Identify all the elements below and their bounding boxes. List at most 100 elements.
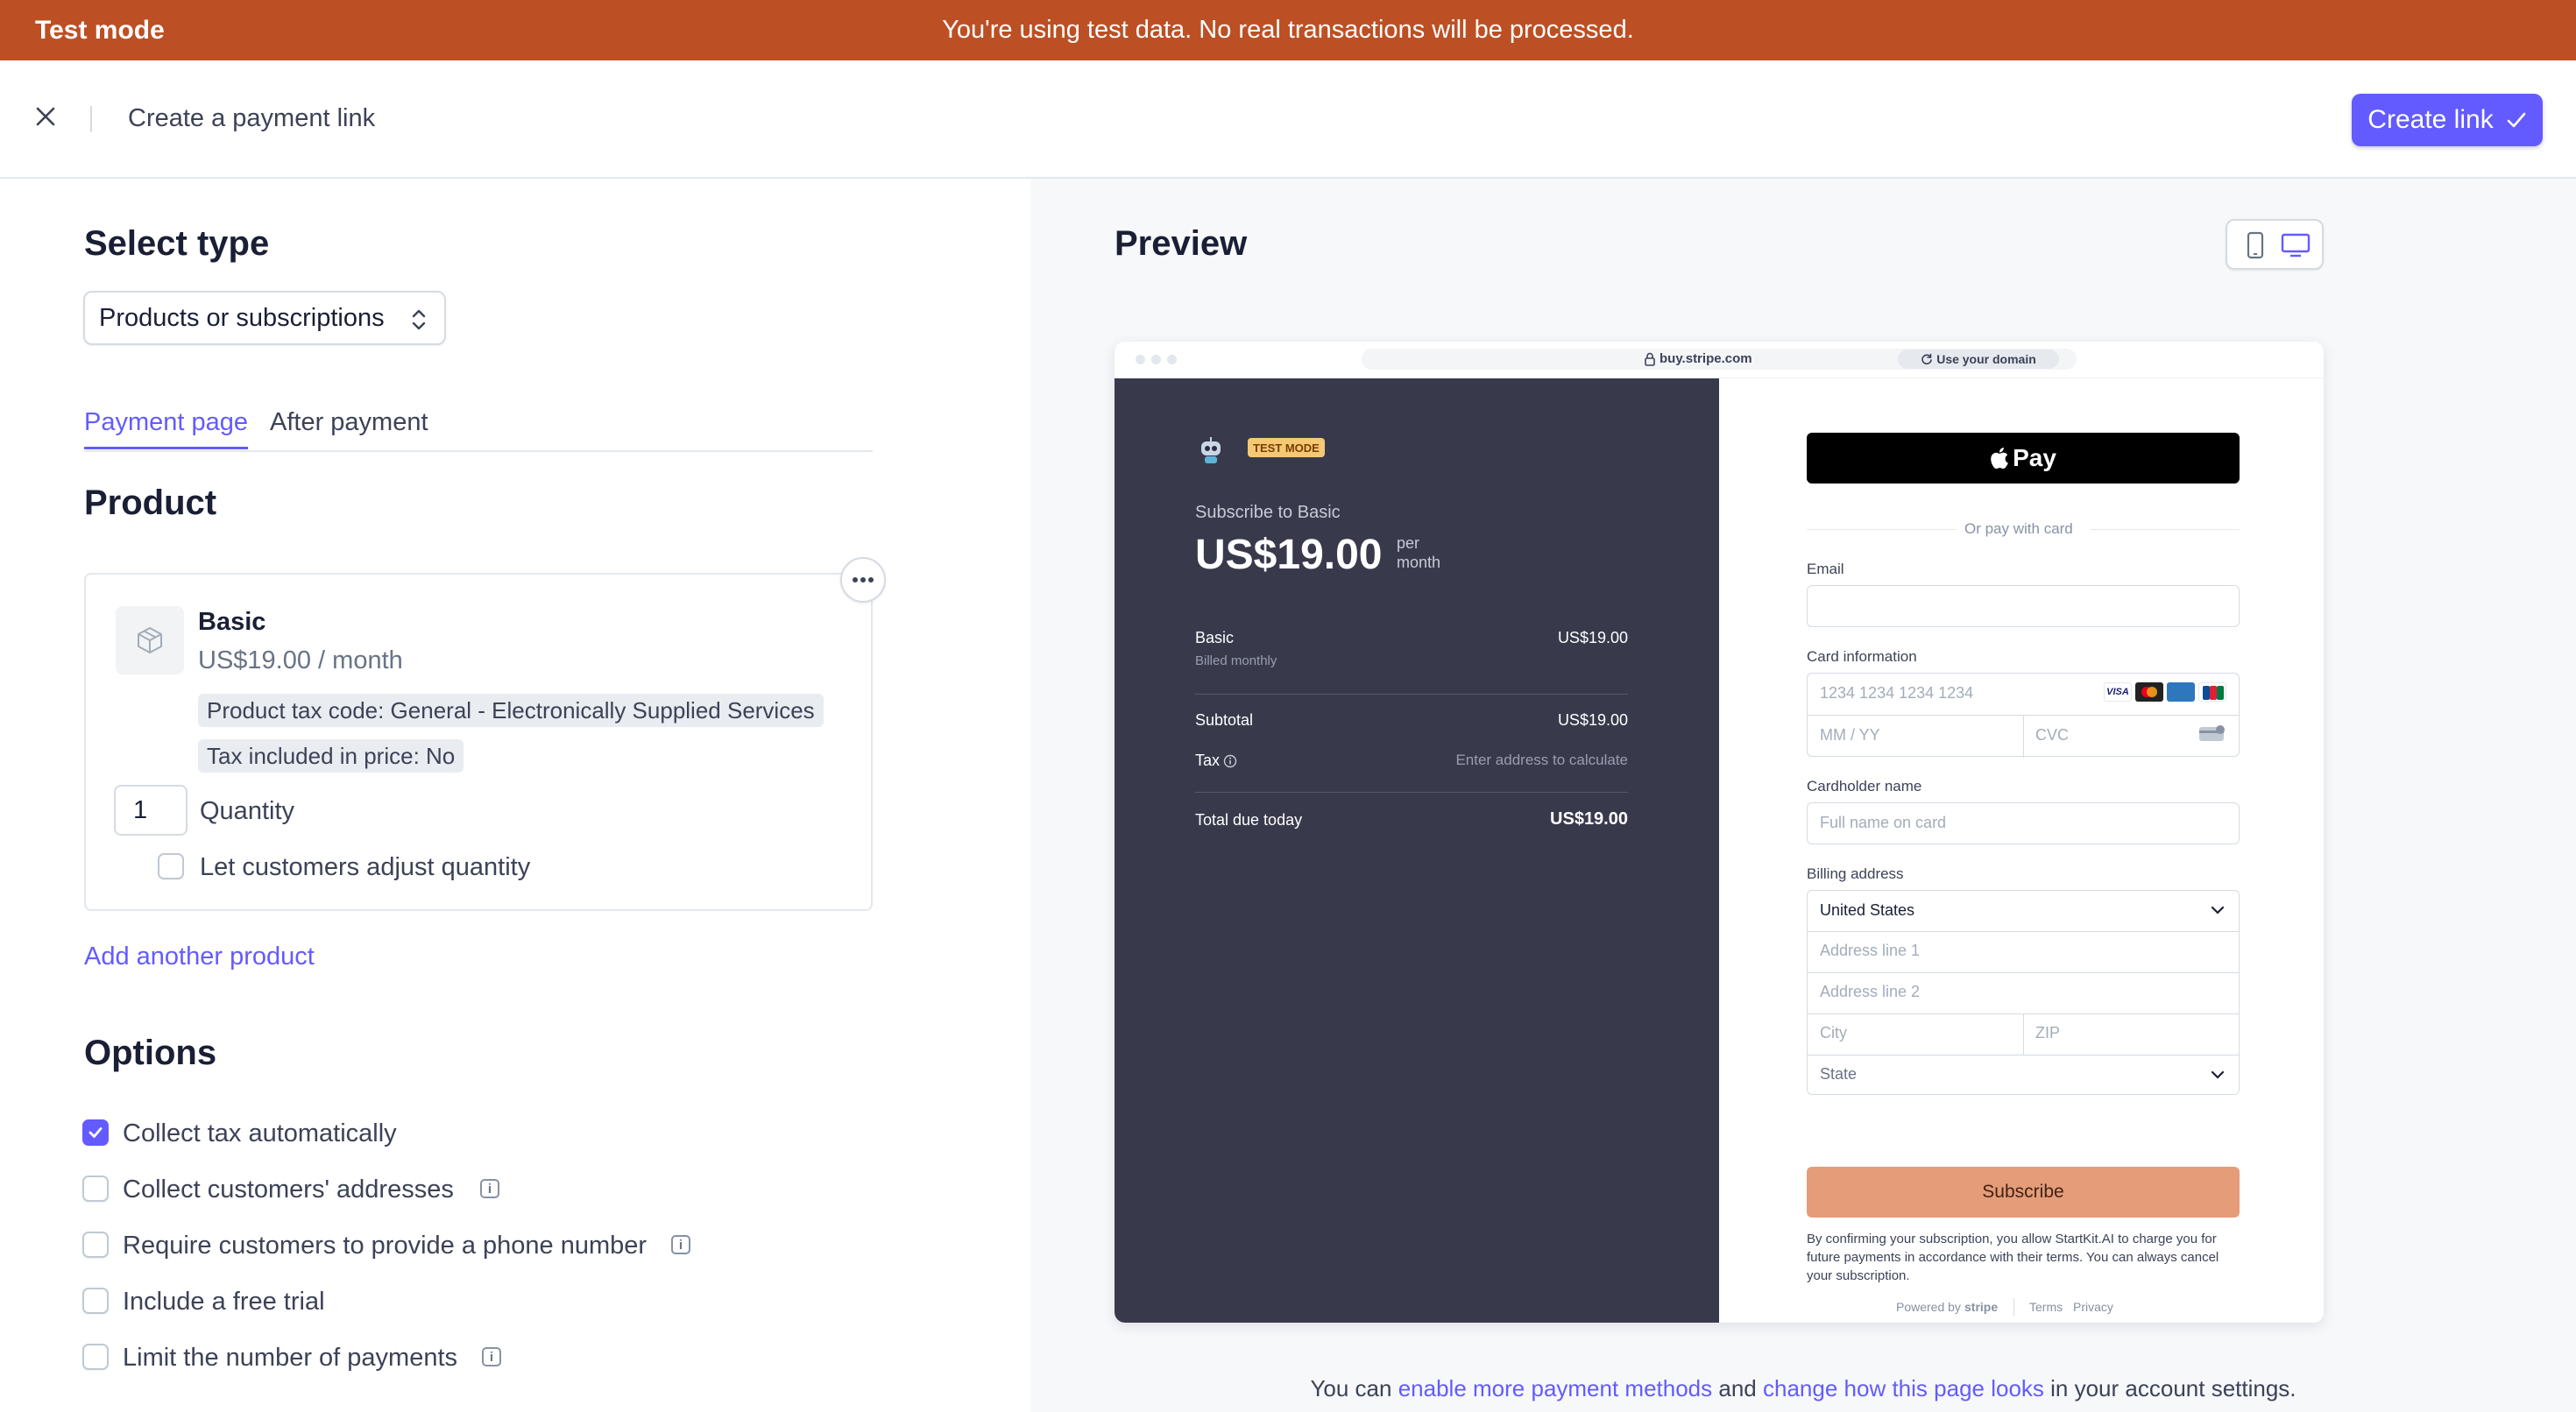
settings-panel: Select type Products or subscriptions Pa… <box>0 179 1030 1412</box>
apple-logo-icon <box>1991 448 2008 469</box>
require-phone-label: Require customers to provide a phone num… <box>123 1232 648 1260</box>
adjust-quantity-checkbox[interactable] <box>158 853 184 879</box>
test-mode-message: You're using test data. No real transact… <box>942 16 1634 44</box>
refresh-icon <box>1921 353 1933 365</box>
header-divider <box>90 106 92 132</box>
tax-included-chip: Tax included in price: No <box>198 739 464 773</box>
url-bar: buy.stripe.com Use your domain <box>1362 349 2077 370</box>
powered-by-text: Powered by <box>1896 1300 1961 1314</box>
info-icon[interactable]: i <box>482 1347 501 1366</box>
test-mode-badge: TEST MODE <box>1248 438 1325 457</box>
tab-after-payment[interactable]: After payment <box>270 408 428 437</box>
enable-payment-methods-link[interactable]: enable more payment methods <box>1398 1375 1712 1401</box>
page-title: Create a payment link <box>128 104 376 132</box>
checkmark-icon <box>88 1127 103 1138</box>
field-divider <box>2023 716 2024 758</box>
window-dot <box>1167 355 1177 364</box>
free-trial-checkbox[interactable] <box>82 1288 109 1314</box>
product-heading: Product <box>84 484 217 522</box>
cardholder-field[interactable]: Full name on card <box>1807 802 2240 844</box>
preview-panel: Preview buy.stripe.com Use your domain T… <box>1030 179 2576 1412</box>
card-number-field[interactable]: 1234 1234 1234 1234 <box>1820 684 1973 702</box>
top-bar: Create a payment link Create link <box>0 60 2576 179</box>
address-line-1-field[interactable]: Address line 1 <box>1820 942 1920 960</box>
period-text: month <box>1397 554 1441 571</box>
close-icon <box>36 107 55 126</box>
tab-payment-page[interactable]: Payment page <box>84 408 249 449</box>
mastercard-icon <box>2135 682 2163 702</box>
tax-code-chip: Product tax code: General - Electronical… <box>198 694 824 727</box>
subtotal-amount: US$19.00 <box>1557 711 1628 729</box>
email-label: Email <box>1807 561 1844 577</box>
product-card: Basic US$19.00 / month Product tax code:… <box>84 573 873 911</box>
expiry-field[interactable]: MM / YY <box>1820 726 1880 745</box>
product-name: Basic <box>198 608 266 636</box>
address-line-2-field[interactable]: Address line 2 <box>1820 983 1920 1001</box>
close-button[interactable] <box>30 101 61 132</box>
tax-value: Enter address to calculate <box>1455 752 1628 768</box>
cardholder-placeholder: Full name on card <box>1820 814 1947 831</box>
email-field[interactable] <box>1807 585 2240 627</box>
chevron-down-icon <box>2211 906 2225 914</box>
mobile-view-button[interactable] <box>2240 229 2271 261</box>
terms-link[interactable]: Terms <box>2029 1300 2063 1314</box>
order-summary: TEST MODE Subscribe to Basic US$19.00 pe… <box>1115 378 1719 1323</box>
line-item-sub: Billed monthly <box>1195 653 1277 668</box>
use-your-domain-label: Use your domain <box>1936 352 2036 366</box>
window-dot <box>1136 355 1145 364</box>
tax-label: Tax <box>1195 752 1221 769</box>
settings-note-suffix: in your account settings. <box>2050 1375 2296 1401</box>
type-select-value: Products or subscriptions <box>99 303 385 332</box>
type-select[interactable]: Products or subscriptions <box>83 291 446 345</box>
product-price: US$19.00 / month <box>198 646 403 674</box>
info-icon[interactable]: i <box>671 1235 690 1254</box>
stripe-logo: stripe <box>1964 1300 1999 1314</box>
change-page-look-link[interactable]: change how this page looks <box>1763 1375 2044 1401</box>
settings-note: You can enable more payment methods and … <box>1030 1375 2576 1402</box>
summary-divider <box>1195 792 1628 793</box>
visa-card-icon: VISA <box>2104 682 2132 702</box>
settings-note-prefix: You can <box>1310 1375 1392 1401</box>
chevron-down-icon <box>2211 1070 2225 1079</box>
subscribe-button[interactable]: Subscribe <box>1807 1167 2240 1218</box>
limit-payments-checkbox[interactable] <box>82 1344 109 1370</box>
adjust-quantity-label: Let customers adjust quantity <box>200 853 531 881</box>
cardholder-label: Cardholder name <box>1807 778 1922 794</box>
require-phone-checkbox[interactable] <box>82 1232 109 1258</box>
create-link-button[interactable]: Create link <box>2352 94 2543 146</box>
limit-payments-label: Limit the number of payments <box>123 1344 458 1372</box>
collect-tax-checkbox[interactable] <box>82 1119 109 1146</box>
preview-heading: Preview <box>1115 224 1248 263</box>
test-mode-banner: Test mode You're using test data. No rea… <box>0 0 2576 60</box>
city-field[interactable]: City <box>1820 1024 1847 1042</box>
subscription-amount: US$19.00 <box>1195 532 1383 578</box>
checkmark-icon <box>2507 112 2526 128</box>
state-select[interactable]: State <box>1820 1065 1857 1084</box>
info-icon[interactable]: i <box>480 1179 499 1198</box>
apple-pay-label: Pay <box>2013 444 2056 471</box>
url-text: buy.stripe.com <box>1660 351 1752 366</box>
use-your-domain-button[interactable]: Use your domain <box>1898 349 2059 369</box>
quantity-input[interactable]: 1 <box>114 785 188 836</box>
window-dot <box>1151 355 1161 364</box>
total-label: Total due today <box>1195 811 1303 829</box>
collect-addresses-label: Collect customers' addresses <box>123 1175 454 1204</box>
cvc-field[interactable]: CVC <box>2035 726 2069 745</box>
apple-pay-button[interactable]: Pay <box>1807 433 2240 484</box>
checkout-preview: buy.stripe.com Use your domain TEST MODE… <box>1115 342 2324 1323</box>
desktop-view-button[interactable] <box>2280 229 2311 261</box>
line-item-amount: US$19.00 <box>1557 629 1628 646</box>
amex-card-icon <box>2167 682 2195 702</box>
free-trial-label: Include a free trial <box>123 1288 325 1316</box>
desktop-monitor-icon <box>2281 233 2311 258</box>
per-text: per <box>1397 534 1420 552</box>
collect-addresses-checkbox[interactable] <box>82 1175 109 1202</box>
country-select[interactable]: United States <box>1820 901 1914 920</box>
more-horizontal-icon <box>853 577 874 582</box>
summary-divider <box>1195 694 1628 695</box>
product-more-button[interactable] <box>840 557 886 603</box>
zip-field[interactable]: ZIP <box>2035 1024 2060 1042</box>
privacy-link[interactable]: Privacy <box>2073 1300 2113 1314</box>
billing-address-group: United States Address line 1 Address lin… <box>1807 890 2240 1095</box>
add-another-product-link[interactable]: Add another product <box>84 943 315 971</box>
